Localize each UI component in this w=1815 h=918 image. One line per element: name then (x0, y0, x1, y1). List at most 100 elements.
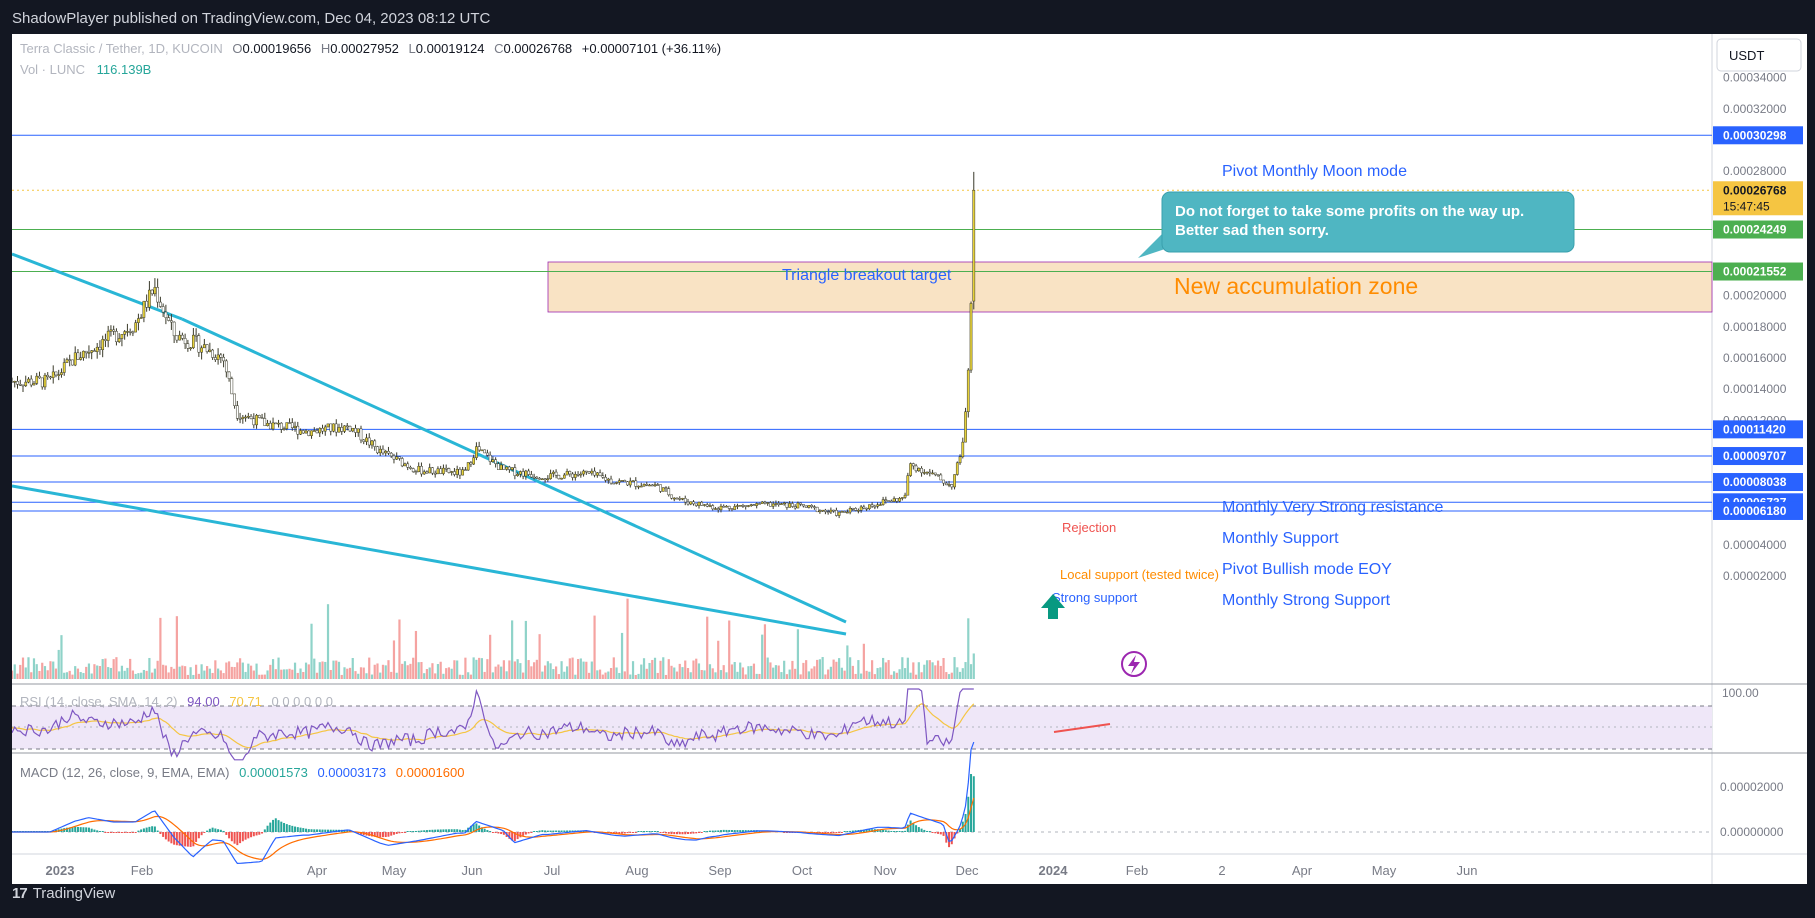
candle-body (900, 497, 904, 499)
volume-bar (417, 662, 420, 679)
candle-body (590, 470, 594, 474)
candle-body (497, 463, 500, 470)
volume-bar (648, 662, 651, 679)
candle-body (189, 347, 192, 350)
price-chart[interactable]: Pivot Monthly Moon mode Triangle breakou… (12, 34, 1807, 884)
macd-hist-bar (90, 828, 93, 832)
volume-bar (860, 673, 863, 679)
macd-hist-bar (461, 830, 464, 832)
macd-hist-bar (403, 832, 406, 833)
volume-bar (953, 657, 956, 679)
macd-hist-bar (85, 827, 88, 832)
tradingview-logo-icon: 17 (12, 885, 28, 902)
candle-body (623, 480, 627, 483)
volume-bar (898, 669, 901, 679)
volume-bar (442, 673, 445, 679)
volume-bar (645, 668, 648, 679)
volume-bar (909, 672, 912, 679)
currency-button[interactable]: USDT (1716, 38, 1802, 72)
candle-body (216, 354, 220, 360)
volume-bar (640, 664, 643, 679)
macd-hist-bar (939, 832, 942, 835)
candle-body (958, 456, 962, 464)
candle-body (175, 335, 179, 341)
macd-hist-bar (654, 831, 657, 832)
volume-bar (203, 670, 206, 679)
candle-body (837, 511, 841, 516)
macd-hist-bar (115, 832, 118, 833)
macd-hist-bar (109, 832, 112, 833)
volume-bar (436, 664, 440, 679)
lightning-icon[interactable] (1121, 651, 1147, 677)
volume-bar (920, 672, 923, 679)
volume-bar (849, 657, 852, 679)
svg-text:Terra Classic / Tether, 1D, KU: Terra Classic / Tether, 1D, KUCOIN O0.00… (20, 41, 721, 56)
volume-bar (620, 632, 624, 679)
local-support-label: Local support (tested twice) (1060, 567, 1219, 582)
volume-bar (774, 665, 778, 679)
volume-bar (65, 672, 69, 679)
volume-bar (351, 657, 354, 679)
volume-bar (873, 674, 876, 679)
candle-body (744, 505, 748, 507)
candle-body (453, 471, 456, 475)
candle-body (857, 510, 860, 512)
legend-o-label: O (232, 41, 242, 56)
volume-bar (255, 663, 258, 679)
macd-hist-bar (302, 828, 305, 832)
macd-hist-bar (167, 832, 170, 842)
tradingview-brand[interactable]: 17 TradingView (12, 885, 115, 902)
candle-body (964, 411, 967, 443)
volume-bar (153, 668, 156, 679)
volume-bar (206, 666, 209, 679)
volume-bar (692, 660, 695, 679)
candle-body (711, 505, 715, 510)
candle-body (139, 317, 143, 319)
candle-body (873, 505, 877, 508)
candle-body (271, 422, 275, 430)
candle-body (609, 478, 613, 484)
candle-body (683, 498, 687, 503)
candle-body (208, 349, 212, 352)
candle-body (532, 476, 536, 479)
volume-bar (145, 670, 148, 679)
macd-hist-bar (164, 832, 167, 840)
macd-hist-bar (263, 829, 266, 832)
volume-bar (711, 668, 714, 679)
candle-body (104, 339, 107, 341)
macd-hist-bar (708, 830, 711, 832)
candle-body (499, 464, 503, 470)
candle-body (620, 480, 624, 482)
macd-hist-bar (255, 832, 258, 836)
volume-bar (46, 670, 49, 679)
volume-bar (843, 670, 846, 679)
candle-body (582, 470, 585, 475)
candle-body (411, 468, 415, 472)
volume-bar (497, 664, 500, 679)
volume-bar (901, 657, 904, 679)
candle-body (312, 430, 316, 432)
volume-bar (785, 674, 789, 679)
price-tick: 0.00018000 (1723, 320, 1787, 334)
time-tick: Dec (955, 863, 979, 878)
volume-bar (271, 659, 275, 679)
price-label: 0.00008038 (1723, 475, 1787, 489)
candle-body (246, 415, 250, 418)
candle-body (310, 430, 313, 436)
candle-body (288, 422, 291, 424)
volume-bar (772, 667, 775, 679)
volume-bar (277, 657, 280, 679)
macd-hist-bar (901, 831, 904, 832)
svg-text:RSI (14, close, SMA, 14, 2): RSI (14, close, SMA, 14, 2) 94.00 70.71 … (20, 694, 333, 709)
strong-support-label: Strong support (1052, 590, 1138, 605)
macd-hist-bar (324, 829, 327, 832)
volume-bar (241, 662, 244, 679)
volume-bar (90, 673, 93, 679)
volume-bar (527, 660, 530, 679)
candle-body (587, 471, 591, 474)
volume-bar (829, 666, 832, 679)
volume-bar (425, 669, 429, 679)
volume-bar (816, 659, 819, 679)
candle-body (315, 430, 319, 434)
volume-bar (285, 669, 288, 679)
